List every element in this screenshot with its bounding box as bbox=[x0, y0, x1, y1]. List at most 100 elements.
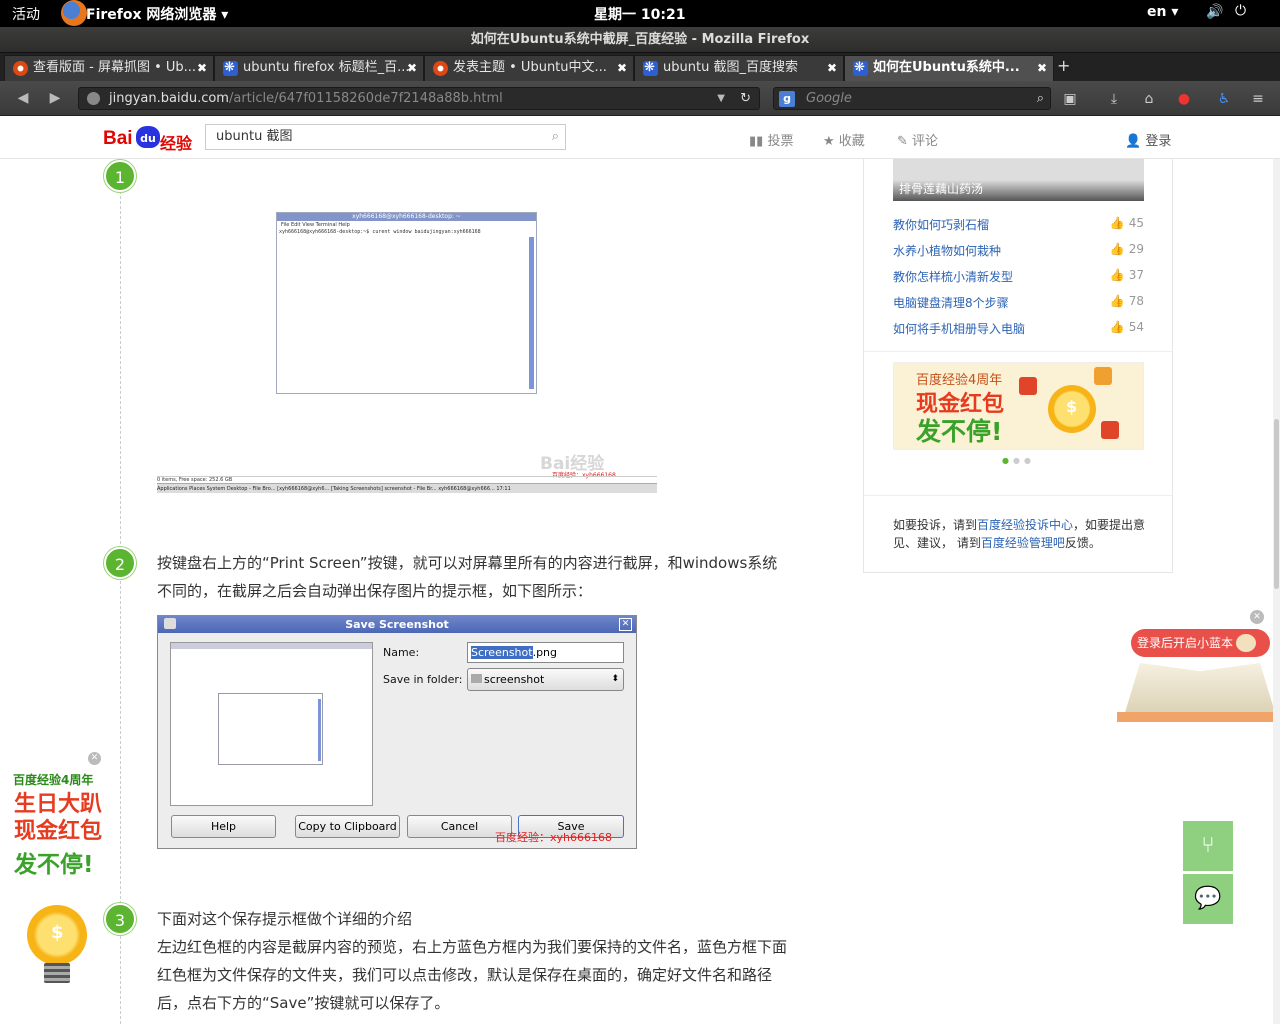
recipe-thumbnail[interactable]: 排骨莲藕山药汤 bbox=[893, 159, 1144, 201]
screenshot-preview bbox=[170, 642, 373, 806]
activities-button[interactable]: 活动 bbox=[12, 4, 40, 24]
scrollbar-thumb[interactable] bbox=[1274, 419, 1279, 589]
page-scrollbar[interactable] bbox=[1273, 159, 1280, 1024]
chevron-down-icon[interactable]: ▼ bbox=[717, 88, 725, 109]
logo-jingyan: 经验 bbox=[160, 134, 193, 153]
folder-value: screenshot bbox=[484, 673, 545, 686]
notice-text: 如要投诉，请到 bbox=[893, 518, 978, 532]
chevron-updown-icon: ⬍ bbox=[611, 674, 619, 684]
feedback-button[interactable]: 💬 bbox=[1183, 874, 1233, 924]
reload-icon[interactable]: ↻ bbox=[740, 88, 751, 109]
login-float-widget[interactable]: ✕ 登录后开启小蓝本 bbox=[1115, 608, 1280, 728]
save-screenshot-dialog-image[interactable]: Save Screenshot ✕ Name: Screenshot.png S… bbox=[157, 615, 637, 849]
step1-screenshot[interactable]: xyh666168@xyh666168-desktop: ~ File Edit… bbox=[157, 160, 657, 493]
related-link[interactable]: 教你怎样梳小清新发型 bbox=[893, 270, 1013, 284]
collect-link[interactable]: ★ 收藏 bbox=[823, 130, 865, 149]
bar-chart-icon: ▮▮ bbox=[749, 134, 768, 149]
close-icon[interactable]: ✖ bbox=[407, 56, 417, 80]
nav-toolbar: ◀ ▶ jingyan.baidu.com/article/647f011582… bbox=[0, 81, 1280, 116]
input-language-menu[interactable]: en ▾ bbox=[1147, 4, 1178, 20]
url-bar[interactable]: jingyan.baidu.com/article/647f01158260de… bbox=[78, 87, 760, 110]
tab-1[interactable]: 查看版面 - 屏幕抓图 • Ub... ✖ bbox=[4, 55, 214, 81]
dialog-title: Save Screenshot bbox=[345, 618, 449, 631]
tab-5-active[interactable]: 如何在Ubuntu系统中... ✖ bbox=[844, 55, 1054, 81]
url-host: jingyan.baidu.com bbox=[109, 91, 229, 106]
close-icon[interactable]: ✕ bbox=[88, 752, 101, 765]
related-link[interactable]: 电脑键盘清理8个步骤 bbox=[893, 296, 1009, 310]
gnome-top-bar: 活动 Firefox 网络浏览器 ▾ 星期一 10:21 en ▾ 🔊 ⏻ bbox=[0, 0, 1280, 27]
menu-icon[interactable]: ≡ bbox=[1248, 89, 1268, 109]
tab-label: ubuntu firefox 标题栏_百... bbox=[243, 60, 410, 75]
close-icon[interactable]: ✖ bbox=[617, 56, 627, 80]
ad-line2: 生日大趴 bbox=[14, 792, 103, 817]
globe-icon bbox=[87, 92, 100, 105]
folder-icon bbox=[471, 674, 482, 683]
step-connector bbox=[120, 176, 121, 1024]
thumbs-up-icon: 👍 bbox=[1109, 216, 1125, 230]
paw-icon: du bbox=[136, 126, 160, 148]
accessibility-icon[interactable]: ♿ bbox=[1214, 89, 1234, 109]
search-bar[interactable]: g Google ⌕ bbox=[773, 87, 1051, 110]
search-icon[interactable]: ⌕ bbox=[552, 125, 559, 149]
tab-3[interactable]: 发表主题 • Ubuntu中文... ✖ bbox=[424, 55, 634, 81]
forward-button[interactable]: ▶ bbox=[40, 87, 70, 109]
left-float-ad[interactable]: ✕ 百度经验4周年 生日大趴 现金红包 发不停! bbox=[0, 750, 112, 990]
copy-clipboard-button: Copy to Clipboard bbox=[295, 815, 400, 838]
divider bbox=[864, 495, 1172, 496]
thumb-caption: 排骨莲藕山药汤 bbox=[899, 182, 984, 196]
divider bbox=[864, 351, 1172, 352]
close-icon[interactable]: ✖ bbox=[1037, 56, 1047, 80]
desktop-taskbar: Applications Places System Desktop - Fil… bbox=[157, 483, 657, 493]
tab-label: 如何在Ubuntu系统中... bbox=[873, 60, 1020, 75]
terminal-scrollbar bbox=[529, 237, 534, 389]
vote-link[interactable]: ▮▮ 投票 bbox=[749, 130, 793, 149]
ubuntu-icon bbox=[13, 61, 28, 76]
adblock-icon[interactable]: ● bbox=[1174, 89, 1194, 109]
close-icon[interactable]: ✖ bbox=[197, 56, 207, 80]
preview-bar bbox=[171, 643, 372, 649]
terminal-title: xyh666168@xyh666168-desktop: ~ bbox=[277, 213, 536, 221]
url-path: /article/647f01158260de7f2148a88b.html bbox=[228, 91, 503, 106]
baidu-jingyan-logo[interactable]: Bai du 经验 bbox=[103, 122, 199, 153]
related-link[interactable]: 水养小植物如何栽种 bbox=[893, 244, 1001, 258]
home-icon[interactable]: ⌂ bbox=[1139, 89, 1159, 109]
pencil-icon: ✎ bbox=[897, 134, 913, 149]
dialog-watermark: 百度经验：xyh666168 bbox=[495, 831, 612, 844]
app-menu[interactable]: Firefox 网络浏览器 ▾ bbox=[86, 4, 228, 24]
management-bar-link[interactable]: 百度经验管理吧 bbox=[981, 536, 1065, 550]
site-search-input[interactable]: ubuntu 截图 ⌕ bbox=[205, 124, 566, 150]
comment-link[interactable]: ✎ 评论 bbox=[897, 130, 938, 149]
tab-4[interactable]: ubuntu 截图_百度搜索 ✖ bbox=[634, 55, 844, 81]
comment-label: 评论 bbox=[912, 134, 939, 149]
like-count: 👍 29 bbox=[1110, 242, 1144, 256]
power-icon[interactable]: ⏻ bbox=[1235, 3, 1246, 19]
volume-icon[interactable]: 🔊 bbox=[1206, 4, 1223, 20]
share-button[interactable]: ⑂ bbox=[1183, 821, 1233, 871]
back-button[interactable]: ◀ bbox=[8, 87, 38, 109]
search-icon[interactable]: ⌕ bbox=[1037, 88, 1044, 109]
login-link[interactable]: 👤 登录 bbox=[1125, 130, 1171, 149]
step2-text: 按键盘右上方的“Print Screen”按键，就可以对屏幕里所有的内容进行截屏… bbox=[157, 554, 778, 600]
bookmark-menu-icon[interactable]: ▣ bbox=[1060, 89, 1080, 109]
red-envelope-icon bbox=[1019, 377, 1037, 395]
new-tab-button[interactable]: + bbox=[1057, 56, 1070, 75]
like-count-value: 37 bbox=[1128, 268, 1144, 282]
google-icon[interactable]: g bbox=[779, 91, 795, 107]
window-title: 如何在Ubuntu系统中截屏_百度经验 - Mozilla Firefox bbox=[0, 27, 1280, 53]
download-icon[interactable]: ⤓ bbox=[1104, 89, 1124, 109]
ad-line4: 发不停! bbox=[14, 852, 94, 878]
clock[interactable]: 星期一 10:21 bbox=[594, 4, 685, 24]
preview-scrollbar bbox=[318, 699, 321, 761]
tab-2[interactable]: ubuntu firefox 标题栏_百... ✖ bbox=[214, 55, 424, 81]
user-icon: 👤 bbox=[1125, 134, 1146, 149]
complaint-center-link[interactable]: 百度经验投诉中心 bbox=[977, 518, 1073, 532]
like-count-value: 45 bbox=[1128, 216, 1144, 230]
anniversary-banner[interactable]: 百度经验4周年 现金红包 发不停! bbox=[893, 362, 1144, 450]
thumbs-up-icon: 👍 bbox=[1109, 294, 1125, 308]
book-stand bbox=[1117, 712, 1277, 722]
related-link[interactable]: 如何将手机相册导入电脑 bbox=[893, 322, 1025, 336]
close-icon[interactable]: ✖ bbox=[827, 56, 837, 80]
related-link[interactable]: 教你如何巧剥石榴 bbox=[893, 218, 989, 232]
close-icon[interactable]: ✕ bbox=[1250, 610, 1264, 624]
carousel-dots[interactable]: ●●● bbox=[1002, 456, 1035, 465]
